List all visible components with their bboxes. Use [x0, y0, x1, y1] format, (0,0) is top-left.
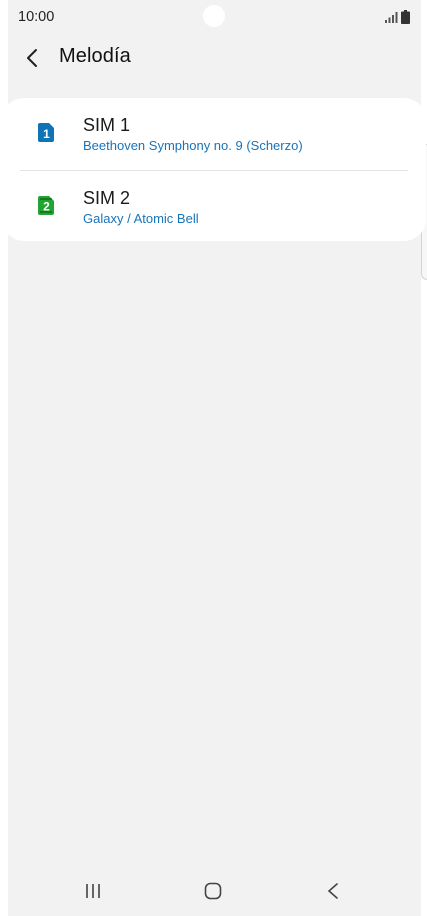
- status-bar: 10:00: [0, 0, 427, 34]
- home-icon[interactable]: [204, 882, 222, 900]
- battery-icon: [401, 10, 410, 24]
- recent-apps-icon[interactable]: [84, 882, 102, 900]
- sim-2-ringtone-item[interactable]: 2 SIM 2 Galaxy / Atomic Bell: [2, 171, 426, 241]
- page-title: Melodía: [59, 45, 131, 67]
- sim-1-ringtone: Beethoven Symphony no. 9 (Scherzo): [83, 138, 303, 153]
- header: Melodía: [0, 36, 427, 78]
- sim-1-ringtone-item[interactable]: 1 SIM 1 Beethoven Symphony no. 9 (Scherz…: [2, 98, 426, 168]
- chevron-left-icon: [27, 49, 37, 67]
- sim-1-icon: 1: [38, 123, 54, 142]
- back-nav-icon[interactable]: [326, 882, 340, 900]
- sim-2-ringtone: Galaxy / Atomic Bell: [83, 211, 199, 226]
- sim-1-title: SIM 1: [83, 115, 131, 135]
- sim-ringtone-card: 1 SIM 1 Beethoven Symphony no. 9 (Scherz…: [2, 98, 426, 241]
- navigation-bar: [0, 866, 427, 916]
- sim-2-icon: 2: [38, 196, 54, 215]
- sim-2-title: SIM 2: [83, 188, 131, 208]
- svg-text:2: 2: [43, 200, 50, 214]
- back-button[interactable]: [18, 44, 46, 72]
- camera-cutout: [203, 5, 225, 27]
- signal-icon: [385, 12, 398, 23]
- status-time: 10:00: [18, 9, 55, 25]
- svg-text:1: 1: [43, 127, 50, 141]
